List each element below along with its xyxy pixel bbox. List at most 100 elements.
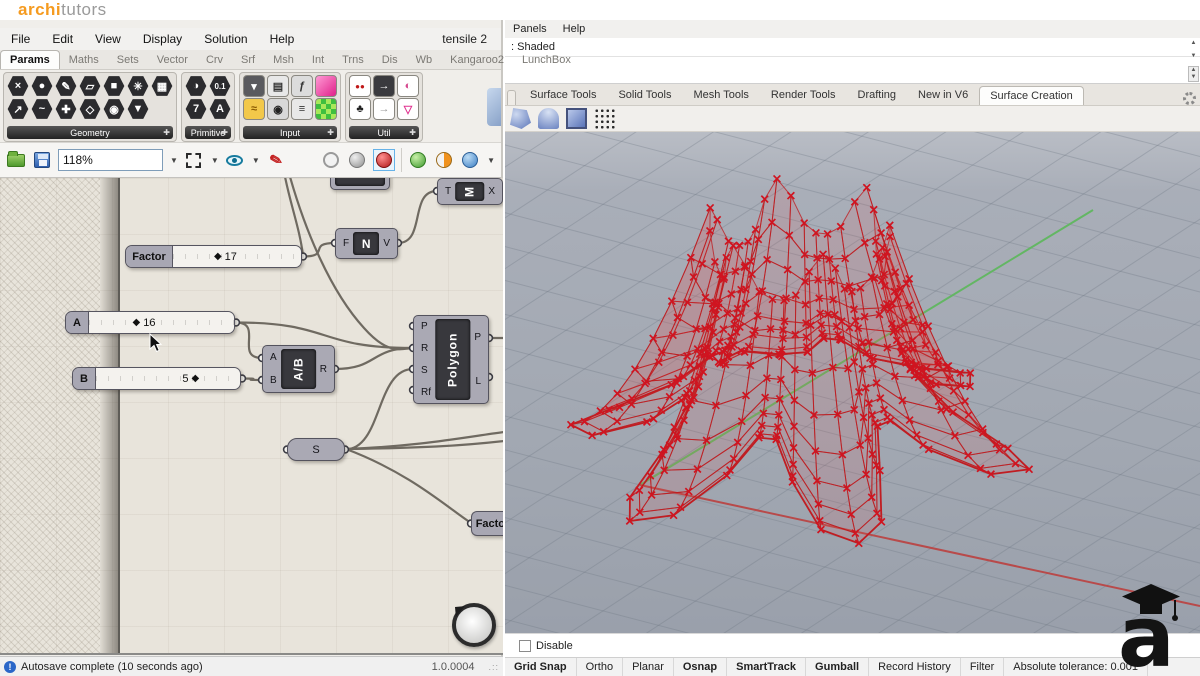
expand-group-icon[interactable]: ✚ — [163, 128, 170, 137]
rhino-tab-surface-creation[interactable]: Surface Creation — [979, 86, 1084, 105]
slider-handle[interactable]: 5 ◆ — [182, 372, 199, 384]
input-panel-icon[interactable]: ▤ — [267, 75, 289, 97]
tab-kangaroo2[interactable]: Kangaroo2 — [441, 51, 513, 69]
slider-grip-icon[interactable]: ◆ — [192, 373, 200, 384]
preview-button[interactable] — [225, 150, 245, 170]
tab-wb[interactable]: Wb — [407, 51, 442, 69]
primitive-integer-icon[interactable]: 7 — [185, 99, 207, 119]
tab-params[interactable]: Params — [0, 50, 60, 69]
input-list-icon[interactable]: ≡ — [291, 98, 313, 120]
tab-lunchbox[interactable]: LunchBox — [513, 51, 580, 69]
geometry-vector-icon[interactable]: ↗ — [7, 99, 29, 119]
rhino-tab-new-in-v6[interactable]: New in V6 — [907, 85, 979, 105]
menu-item-solution[interactable]: Solution — [193, 29, 258, 49]
primitive-boolean-icon[interactable]: ◑ — [185, 76, 207, 96]
primitive-number-icon[interactable]: 0.1 — [209, 76, 231, 96]
slider-grip-icon[interactable]: ◆ — [214, 251, 222, 262]
slider-a[interactable]: A ◆ 16 — [65, 311, 235, 334]
component-polygon[interactable]: P R S Rf Polygon P L — [413, 315, 489, 404]
rhino-tab-mesh-tools[interactable]: Mesh Tools — [682, 85, 759, 105]
status-pane-grid-snap[interactable]: Grid Snap — [505, 658, 577, 676]
zoom-level-input[interactable] — [58, 149, 163, 171]
preview-off-button[interactable] — [321, 150, 341, 170]
spinner-control[interactable]: ▲ ▼ — [1188, 66, 1199, 82]
slider-track[interactable]: 5 ◆ — [96, 368, 240, 389]
point-grid-icon[interactable] — [594, 108, 615, 129]
preview-caret-icon[interactable]: ▼ — [252, 156, 260, 165]
command-scrollbar[interactable]: ▲ ▼ ▲ ▼ — [1187, 38, 1200, 84]
util-cherry-icon[interactable]: ●● — [349, 75, 371, 97]
save-file-button[interactable] — [32, 150, 52, 170]
component-s[interactable]: S — [287, 438, 345, 461]
solver-timer-widget[interactable] — [452, 603, 496, 647]
slider-handle[interactable]: ◆ 16 — [133, 316, 156, 328]
util-tree-icon[interactable]: ♣ — [349, 98, 371, 120]
geometry-point-icon[interactable]: × — [7, 76, 29, 96]
geometry-curve-icon[interactable]: ✎ — [55, 76, 77, 96]
input-gradient-icon[interactable] — [315, 75, 337, 97]
menu-item-file[interactable]: File — [0, 29, 41, 49]
geometry-mesh-icon[interactable]: ✳ — [127, 76, 149, 96]
slider-factor[interactable]: Factor ◆ 17 — [125, 245, 302, 268]
scroll-up-icon[interactable]: ▲ — [1191, 40, 1197, 46]
util-jump-icon[interactable]: → — [373, 98, 395, 120]
rhino-tab-surface-tools[interactable]: Surface Tools — [519, 85, 607, 105]
geometry-brep-icon[interactable]: ▦ — [151, 76, 173, 96]
rhino-menu-help[interactable]: Help — [555, 21, 594, 37]
preview-shaded-button[interactable] — [373, 149, 396, 171]
component-n[interactable]: FNV — [335, 228, 398, 259]
geometry-arc-icon[interactable]: ~ — [31, 99, 53, 119]
sketch-tool-button[interactable]: ✎ — [264, 148, 288, 172]
preview-mode-caret-icon[interactable]: ▼ — [487, 156, 495, 165]
zoom-dropdown-caret-icon[interactable]: ▼ — [170, 156, 178, 165]
input-knob-icon[interactable]: ◉ — [267, 98, 289, 120]
util-relay-icon[interactable]: → — [373, 75, 395, 97]
surface-from-points-icon[interactable] — [538, 108, 559, 129]
tab-options-gear-icon[interactable] — [1183, 92, 1196, 105]
status-pane-ortho[interactable]: Ortho — [577, 658, 624, 676]
command-input-line[interactable] — [505, 57, 1200, 84]
rhino-tab-render-tools[interactable]: Render Tools — [760, 85, 847, 105]
surface-patch-icon[interactable] — [566, 108, 587, 129]
geometry-twist-icon[interactable]: ▼ — [127, 99, 149, 119]
primitive-text-icon[interactable]: A — [209, 99, 231, 119]
rhino-menu-panels[interactable]: Panels — [505, 21, 555, 37]
tab-srf[interactable]: Srf — [232, 51, 264, 69]
tab-crv[interactable]: Crv — [197, 51, 232, 69]
tab-msh[interactable]: Msh — [264, 51, 303, 69]
tab-vector[interactable]: Vector — [148, 51, 197, 69]
geometry-circle-icon[interactable]: ● — [31, 76, 53, 96]
util-flask-icon[interactable]: ▽ — [397, 98, 419, 120]
input-slider-icon[interactable]: ▾ — [243, 75, 265, 97]
slider-track[interactable]: ◆ 17 — [173, 246, 301, 267]
rhino-tab-solid-tools[interactable]: Solid Tools — [607, 85, 682, 105]
selected-only-button[interactable] — [408, 150, 428, 170]
expand-group-icon[interactable]: ✚ — [327, 128, 334, 137]
slider-grip-icon[interactable]: ◆ — [133, 317, 141, 328]
grasshopper-canvas[interactable]: T M X F N V Factor ◆ 17 A ◆ 16 B 5 ◆ A B A/B R P R S Rf Polygon… — [0, 178, 503, 655]
component-ab[interactable]: A B A/B R — [262, 345, 335, 393]
geometry-box-icon[interactable]: ■ — [103, 76, 125, 96]
custom-preview-button[interactable] — [434, 150, 454, 170]
component-m[interactable]: TMX — [437, 178, 503, 205]
partial-tab[interactable] — [507, 90, 516, 105]
statusbar-grip[interactable]: .:: — [488, 662, 499, 672]
tab-trns[interactable]: Trns — [333, 51, 373, 69]
partial-palette-icon[interactable] — [487, 88, 501, 126]
input-script-icon[interactable]: ƒ — [291, 75, 313, 97]
status-pane-smarttrack[interactable]: SmartTrack — [727, 658, 807, 676]
status-pane-record-history[interactable]: Record History — [869, 658, 961, 676]
status-pane-planar[interactable]: Planar — [623, 658, 674, 676]
open-file-button[interactable] — [6, 150, 26, 170]
scroll-down-icon[interactable]: ▼ — [1191, 53, 1197, 59]
menu-item-display[interactable]: Display — [132, 29, 193, 49]
geometry-pot-icon[interactable]: ◉ — [103, 99, 125, 119]
geometry-tools-icon[interactable]: ✚ — [55, 99, 77, 119]
geometry-plane-icon[interactable]: ▱ — [79, 76, 101, 96]
slider-track[interactable]: ◆ 16 — [89, 312, 234, 333]
preview-wire-button[interactable] — [347, 150, 367, 170]
disable-checkbox[interactable] — [519, 639, 531, 652]
status-pane-osnap[interactable]: Osnap — [674, 658, 728, 676]
zoom-extents-caret-icon[interactable]: ▼ — [211, 156, 219, 165]
geometry-field-icon[interactable]: ◇ — [79, 99, 101, 119]
